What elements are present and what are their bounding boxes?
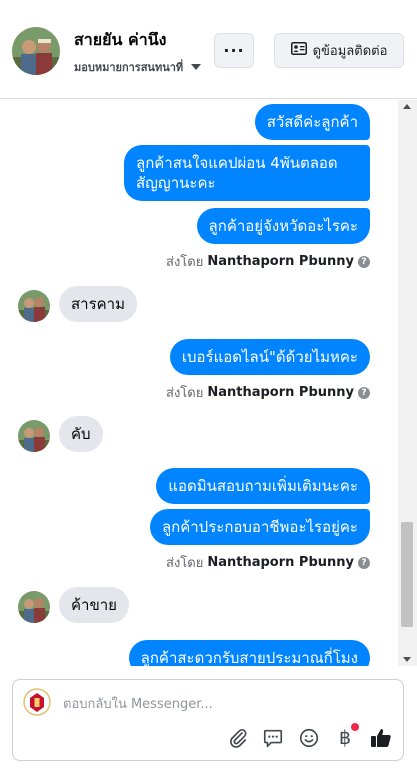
sent-by-prefix: ส่งโดย [166, 556, 204, 571]
outgoing-message: ลูกค้าสะดวกรับสายประมาณกี่โมง [128, 640, 370, 666]
sender-name: Nanthaporn Pbunny [207, 555, 354, 570]
contact-avatar-small[interactable] [18, 591, 50, 623]
incoming-message: คับ [59, 416, 103, 452]
contact-avatar[interactable] [12, 27, 60, 75]
sent-by-label: ส่งโดย Nanthaporn Pbunny ? [166, 552, 370, 573]
sent-by-label: ส่งโดย Nanthaporn Pbunny ? [166, 382, 370, 403]
incoming-message: สารคาม [59, 286, 137, 322]
scrollbar-thumb[interactable] [401, 522, 413, 627]
more-options-button[interactable]: ··· [214, 33, 254, 68]
more-label: ··· [223, 41, 245, 60]
help-icon[interactable]: ? [358, 386, 370, 399]
outgoing-message: เบอร์แอดไลน์"ด้ด้วยไมหคะ [169, 339, 370, 375]
conversation-header: สายยัน ค่านึง มอบหมายการสนทนาที่ ··· ดูข… [0, 0, 417, 99]
assign-label: มอบหมายการสนทนาที่ [74, 61, 184, 74]
incoming-message: ค้าขาย [59, 587, 129, 623]
sender-name: Nanthaporn Pbunny [207, 254, 354, 269]
baht-icon[interactable]: ฿ [333, 723, 359, 750]
help-icon[interactable]: ? [358, 556, 370, 569]
paperclip-icon[interactable] [226, 726, 250, 750]
scroll-down-arrow-icon[interactable] [403, 657, 411, 662]
assign-conversation-dropdown[interactable]: มอบหมายการสนทนาที่ [74, 58, 202, 76]
caret-down-icon [191, 64, 202, 70]
sent-by-prefix: ส่งโดย [166, 255, 204, 270]
notification-dot [351, 723, 359, 731]
scroll-up-arrow-icon[interactable] [403, 104, 411, 109]
contact-avatar-small[interactable] [18, 420, 50, 452]
info-button-label: ดูข้อมูลติดต่อ [312, 44, 388, 59]
message-thread[interactable]: สวัสดีค่ะลูกค้า ลูกค้าสนใจแคปผ่อน 4พันตล… [0, 100, 398, 666]
contact-avatar-small[interactable] [18, 290, 50, 322]
contact-name[interactable]: สายยัน ค่านึง [74, 28, 166, 53]
reply-input[interactable] [63, 694, 363, 714]
outgoing-message: แอดมินสอบถามเพิ่มเติมนะคะ [156, 468, 370, 504]
outgoing-message: ลูกค้าสนใจแคปผ่อน 4พันตลอด สัญญานะคะ [124, 145, 370, 201]
outgoing-message: ลูกค้าอยู่จังหวัดอะไรคะ [196, 208, 370, 244]
view-contact-info-button[interactable]: ดูข้อมูลติดต่อ [274, 33, 404, 68]
messenger-inbox-panel: สายยัน ค่านึง มอบหมายการสนทนาที่ ··· ดูข… [0, 0, 417, 772]
sent-by-label: ส่งโดย Nanthaporn Pbunny ? [166, 251, 370, 272]
baht-symbol: ฿ [338, 727, 352, 749]
chat-bubble-icon[interactable] [261, 726, 285, 750]
help-icon[interactable]: ? [358, 255, 370, 268]
outgoing-message: ลูกค้าประกอบอาชีพอะไรอยู่คะ [149, 509, 370, 545]
smiley-icon[interactable] [297, 726, 321, 750]
sender-name: Nanthaporn Pbunny [207, 385, 354, 400]
contact-card-icon [290, 42, 307, 59]
reply-composer: ฿ [12, 679, 404, 761]
sent-by-prefix: ส่งโดย [166, 386, 204, 401]
thread-scrollbar[interactable] [398, 100, 417, 666]
page-avatar [23, 688, 51, 716]
outgoing-message: สวัสดีค่ะลูกค้า [254, 104, 370, 140]
thumbs-up-icon[interactable] [369, 726, 393, 750]
